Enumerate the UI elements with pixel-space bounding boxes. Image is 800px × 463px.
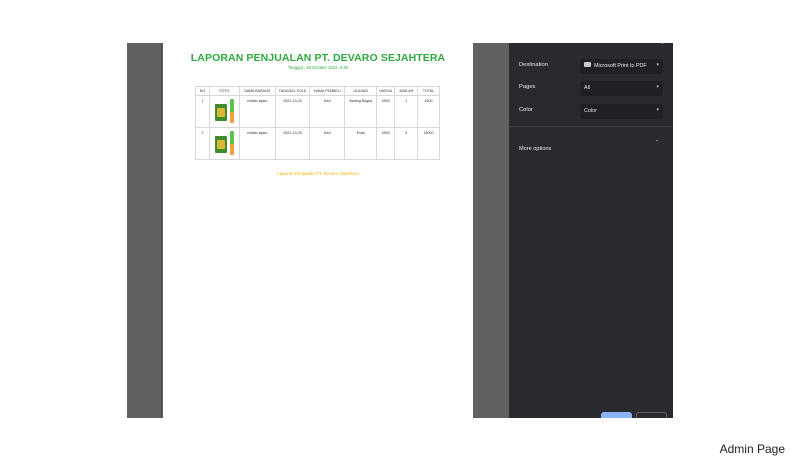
buyer-name: Devi bbox=[309, 127, 346, 160]
panel-divider bbox=[509, 126, 673, 127]
column-header: NO bbox=[195, 86, 210, 96]
color-select[interactable]: Color ▾ bbox=[580, 104, 663, 119]
destination-row: Destination Microsoft Print to PDF ▾ bbox=[519, 59, 663, 74]
column-header: HARGA bbox=[376, 86, 396, 96]
review: Barang Bagus bbox=[344, 95, 378, 128]
more-options-toggle[interactable]: More options ⌄ bbox=[519, 137, 663, 152]
column-header: NAMA BARANG bbox=[238, 86, 276, 96]
review: Enak bbox=[344, 127, 378, 160]
price: 4500 bbox=[376, 95, 396, 128]
product-photo bbox=[208, 95, 240, 128]
report-footer: Laporan Penjualan PT. Devaro Sejahtera bbox=[277, 171, 359, 176]
row-number: 2 bbox=[195, 127, 210, 160]
table-row: 2 chitato ayam 2022-10-25 Devi Enak 4500… bbox=[195, 127, 440, 160]
chevron-down-icon: ⌄ bbox=[659, 43, 665, 46]
print-preview-window: LAPORAN PENJUALAN PT. DEVARO SEJAHTERA T… bbox=[127, 43, 673, 418]
column-header: FOTO bbox=[208, 86, 240, 96]
admin-page-label: Admin Page bbox=[719, 442, 785, 456]
chevron-down-icon: ⌄ bbox=[654, 137, 659, 143]
sold-date: 2022-10-25 bbox=[274, 127, 311, 160]
cancel-button[interactable] bbox=[636, 412, 667, 418]
product-image bbox=[213, 131, 235, 155]
table-row: 1 chitato ayam 2022-10-20 Devi Barang Ba… bbox=[195, 95, 440, 128]
buyer-name: Devi bbox=[309, 95, 346, 128]
quantity: 1 bbox=[394, 95, 419, 128]
pages-select[interactable]: All ▾ bbox=[580, 81, 663, 96]
color-row: Color Color ▾ bbox=[519, 104, 663, 119]
pages-row: Pages All ▾ bbox=[519, 81, 663, 96]
more-options-label: More options bbox=[519, 146, 552, 152]
product-name: chitato ayam bbox=[238, 95, 276, 128]
pages-label: Pages bbox=[519, 84, 536, 90]
printer-icon bbox=[584, 62, 591, 68]
quantity: 4 bbox=[394, 127, 419, 160]
column-header: ULASAN bbox=[344, 86, 378, 96]
pages-value: All bbox=[584, 85, 590, 91]
column-header: JUMLAH bbox=[394, 86, 419, 96]
destination-value: Microsoft Print to PDF bbox=[594, 63, 647, 69]
table-header-row: NO FOTO NAMA BARANG TANGGAL SOLD NAMA PE… bbox=[195, 86, 440, 96]
price: 4500 bbox=[376, 127, 396, 160]
preview-left-margin bbox=[127, 43, 162, 418]
product-image bbox=[213, 99, 235, 123]
column-header: NAMA PEMBELI bbox=[309, 86, 346, 96]
sales-table: NO FOTO NAMA BARANG TANGGAL SOLD NAMA PE… bbox=[195, 86, 440, 160]
chevron-down-icon: ▾ bbox=[656, 62, 659, 68]
chevron-down-icon: ▾ bbox=[656, 84, 659, 90]
chevron-down-icon: ▾ bbox=[656, 107, 659, 113]
total: 18000 bbox=[417, 127, 440, 160]
report-title: LAPORAN PENJUALAN PT. DEVARO SEJAHTERA bbox=[190, 52, 446, 64]
total: 4500 bbox=[417, 95, 440, 128]
column-header: TOTAL bbox=[417, 86, 440, 96]
color-label: Color bbox=[519, 107, 533, 113]
product-name: chitato ayam bbox=[238, 127, 276, 160]
color-value: Color bbox=[584, 108, 597, 114]
preview-right-margin bbox=[473, 43, 509, 418]
report-date: Tanggal : 26 October 2022, 6:35 bbox=[288, 65, 348, 70]
print-button[interactable] bbox=[601, 412, 632, 418]
destination-label: Destination bbox=[519, 62, 549, 68]
sold-date: 2022-10-20 bbox=[274, 95, 311, 128]
destination-select[interactable]: Microsoft Print to PDF ▾ bbox=[580, 59, 663, 74]
column-header: TANGGAL SOLD bbox=[274, 86, 311, 96]
print-settings-panel: ⌄ Destination Microsoft Print to PDF ▾ P… bbox=[509, 43, 673, 418]
product-photo bbox=[208, 127, 240, 160]
preview-page: LAPORAN PENJUALAN PT. DEVARO SEJAHTERA T… bbox=[163, 43, 473, 418]
row-number: 1 bbox=[195, 95, 210, 128]
